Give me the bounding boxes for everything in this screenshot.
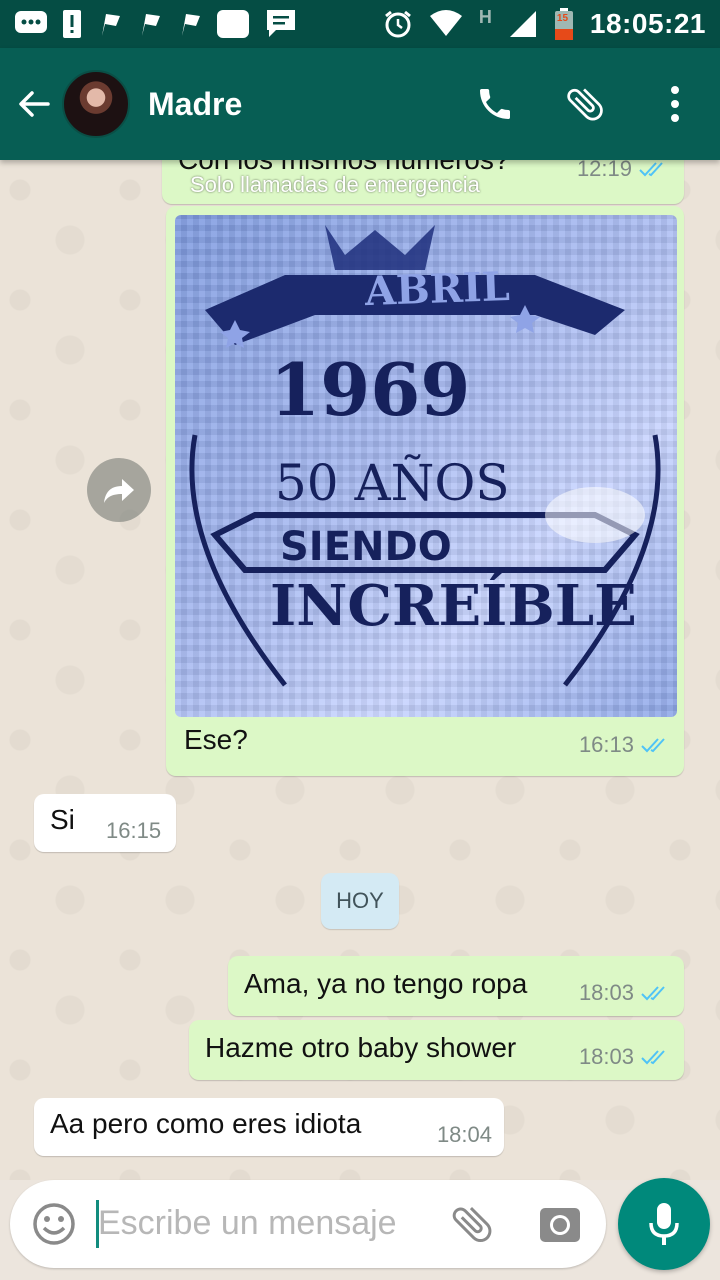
voice-call-button[interactable] [450, 48, 540, 160]
message-text: Hazme otro baby shower [205, 1032, 517, 1063]
battery-icon: 15 [554, 7, 574, 41]
clock: 18:05:21 [589, 8, 706, 39]
camera-button[interactable] [536, 1200, 584, 1248]
status-bar: H 15 18:05:21 [0, 0, 720, 48]
voice-message-button[interactable] [618, 1178, 710, 1270]
more-vert-icon [671, 86, 679, 122]
forward-button[interactable] [87, 458, 151, 522]
message-icon [264, 8, 298, 40]
message-time: 12:19 [576, 160, 632, 181]
image-message-bubble[interactable]: ABRIL 1969 50 AÑOS SIENDO INCREÍBLE Ese?… [166, 206, 684, 776]
emoji-button[interactable] [30, 1200, 78, 1248]
message-input[interactable]: Escribe un mensaje [10, 1180, 606, 1268]
double-check-icon [638, 160, 668, 178]
message-text: Si [50, 804, 75, 835]
attach-file-button[interactable] [448, 1200, 496, 1248]
shared-photo[interactable]: ABRIL 1969 50 AÑOS SIENDO INCREÍBLE [175, 215, 677, 717]
message-bubble-outgoing[interactable]: Hazme otro baby shower 18:03 [189, 1020, 684, 1080]
photo-text-being: SIENDO [280, 524, 452, 570]
image-icon [216, 9, 250, 39]
emoji-icon [33, 1203, 75, 1245]
message-time: 16:13 [578, 732, 634, 757]
double-check-icon [640, 1048, 670, 1066]
back-button[interactable] [4, 48, 64, 160]
photo-text-year: 1969 [270, 347, 470, 432]
alarm-icon [383, 9, 413, 39]
message-time: 16:15 [106, 818, 162, 843]
image-caption: Ese? [184, 724, 248, 755]
paperclip-icon [567, 88, 603, 121]
signal-icon [508, 9, 538, 39]
conversation[interactable]: Con los mismos números? 12:19 Solo llama… [0, 160, 720, 1180]
back-arrow-icon [19, 91, 50, 117]
attach-button[interactable] [540, 48, 630, 160]
photo-artwork: ABRIL 1969 50 AÑOS SIENDO INCREÍBLE [189, 225, 661, 687]
more-options-button[interactable] [630, 48, 720, 160]
flag-icon [176, 10, 202, 38]
alert-icon [62, 9, 82, 39]
message-placeholder: Escribe un mensaje [98, 1204, 397, 1242]
message-bubble-outgoing[interactable]: Ama, ya no tengo ropa 18:03 [228, 956, 684, 1016]
flag-icon [136, 10, 162, 38]
contact-name[interactable]: Madre [148, 86, 242, 123]
message-text: Ama, ya no tengo ropa [244, 968, 528, 999]
paperclip-icon [452, 1207, 492, 1243]
double-check-icon [640, 984, 670, 1002]
photo-text-month: ABRIL [363, 263, 510, 315]
avatar[interactable] [62, 70, 130, 138]
phone-icon [480, 89, 510, 119]
composer-bar: Escribe un mensaje [0, 1178, 720, 1280]
chat-icon [14, 10, 48, 38]
battery-level: 15 [556, 13, 569, 24]
share-arrow-icon [104, 479, 134, 503]
message-time: 18:04 [436, 1122, 492, 1147]
message-bubble-incoming[interactable]: Aa pero como eres idiota 18:04 [34, 1098, 504, 1156]
message-text: Aa pero como eres idiota [50, 1108, 362, 1139]
message-time: 18:03 [578, 1044, 634, 1069]
message-time: 18:03 [578, 980, 634, 1005]
chat-header: Madre [0, 48, 720, 160]
double-check-icon [640, 736, 670, 754]
photo-text-age: 50 AÑOS [275, 453, 510, 512]
network-type: H [478, 6, 492, 27]
flag-icon [96, 10, 122, 38]
microphone-icon [649, 1203, 679, 1245]
date-separator: HOY [321, 873, 399, 929]
emergency-calls-notice: Solo llamadas de emergencia [190, 172, 480, 197]
photo-text-incredible: INCREÍBLE [270, 572, 637, 639]
message-bubble-incoming[interactable]: Si 16:15 [34, 794, 176, 852]
camera-icon [540, 1208, 580, 1242]
wifi-icon [429, 10, 463, 38]
